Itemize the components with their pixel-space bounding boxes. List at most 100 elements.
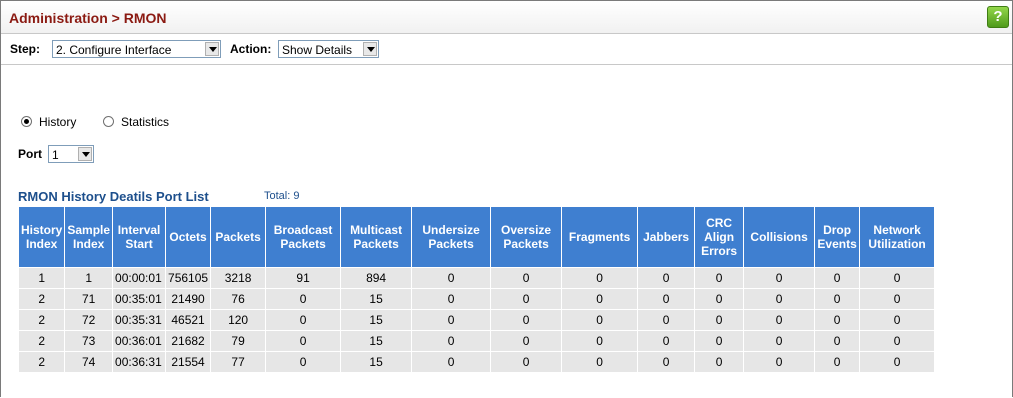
- table-cell: 0: [637, 288, 696, 310]
- table-header-row: History Index Sample Index Interval Star…: [17, 206, 936, 268]
- table-cell: 894: [340, 267, 413, 289]
- column-header: Sample Index: [64, 206, 114, 268]
- action-select[interactable]: Show Details: [278, 40, 379, 58]
- table-cell: 756105: [165, 267, 212, 289]
- table-row: 2 71 00:35:01 21490 76 0 15 0 0 0 0 0 0 …: [17, 288, 936, 310]
- table-cell: 15: [340, 309, 413, 331]
- column-header: Jabbers: [637, 206, 696, 268]
- table-cell: 0: [265, 351, 342, 373]
- column-header: Octets: [165, 206, 212, 268]
- table-cell: 21682: [165, 330, 212, 352]
- table-cell: 0: [814, 309, 861, 331]
- table-row: 1 1 00:00:01 756105 3218 91 894 0 0 0 0 …: [17, 267, 936, 289]
- rmon-history-table: History Index Sample Index Interval Star…: [17, 206, 936, 373]
- table-cell: 0: [637, 309, 696, 331]
- table-cell: 0: [743, 309, 816, 331]
- table-cell: 0: [265, 309, 342, 331]
- table-cell: 21554: [165, 351, 212, 373]
- table-cell: 0: [637, 330, 696, 352]
- table-cell: 0: [411, 288, 492, 310]
- chevron-down-icon[interactable]: [205, 42, 219, 56]
- column-header: Packets: [210, 206, 267, 268]
- statistics-radio-label: Statistics: [121, 115, 170, 129]
- table-cell: 91: [265, 267, 342, 289]
- table-cell: 120: [210, 309, 267, 331]
- table-cell: 0: [694, 288, 745, 310]
- help-icon[interactable]: ?: [987, 6, 1009, 28]
- table-cell: 0: [411, 351, 492, 373]
- table-cell: 15: [340, 330, 413, 352]
- statistics-radio[interactable]: [103, 116, 114, 127]
- column-header: Drop Events: [814, 206, 861, 268]
- column-header: CRC Align Errors: [694, 206, 745, 268]
- table-cell: 0: [694, 330, 745, 352]
- table-cell: 00:36:31: [112, 351, 167, 373]
- table-cell: 0: [859, 288, 936, 310]
- table-cell: 0: [561, 288, 639, 310]
- table-row: 2 73 00:36:01 21682 79 0 15 0 0 0 0 0 0 …: [17, 330, 936, 352]
- table-cell: 73: [64, 330, 114, 352]
- column-header: Collisions: [743, 206, 816, 268]
- table-cell: 0: [694, 309, 745, 331]
- chevron-down-icon[interactable]: [363, 42, 377, 56]
- table-cell: 00:00:01: [112, 267, 167, 289]
- step-select-value: 2. Configure Interface: [56, 43, 172, 57]
- table-cell: 0: [490, 309, 563, 331]
- column-header: Network Utilization: [859, 206, 936, 268]
- column-header: History Index: [17, 206, 66, 268]
- step-action-bar: Step: 2. Configure Interface Action: Sho…: [1, 34, 1012, 65]
- table-cell: 77: [210, 351, 267, 373]
- table-cell: 0: [561, 309, 639, 331]
- port-label: Port: [18, 147, 42, 161]
- table-cell: 0: [411, 309, 492, 331]
- table-cell: 0: [814, 330, 861, 352]
- table-cell: 0: [637, 351, 696, 373]
- page-title: Administration > RMON: [9, 10, 167, 26]
- table-cell: 0: [561, 267, 639, 289]
- table-row: 2 74 00:36:31 21554 77 0 15 0 0 0 0 0 0 …: [17, 351, 936, 373]
- step-select[interactable]: 2. Configure Interface: [52, 40, 221, 58]
- table-cell: 2: [17, 309, 66, 331]
- table-cell: 0: [265, 330, 342, 352]
- table-row: 2 72 00:35:31 46521 120 0 15 0 0 0 0 0 0…: [17, 309, 936, 331]
- port-select[interactable]: 1: [48, 145, 94, 163]
- list-total: Total: 9: [264, 190, 300, 202]
- table-cell: 2: [17, 330, 66, 352]
- action-label: Action:: [230, 42, 272, 56]
- table-cell: 0: [411, 267, 492, 289]
- list-title: RMON History Deatils Port List: [18, 189, 209, 204]
- chevron-down-icon[interactable]: [78, 147, 92, 161]
- table-cell: 0: [490, 330, 563, 352]
- table-cell: 2: [17, 288, 66, 310]
- table-cell: 00:36:01: [112, 330, 167, 352]
- table-cell: 0: [490, 267, 563, 289]
- table-cell: 00:35:01: [112, 288, 167, 310]
- action-select-value: Show Details: [282, 43, 353, 57]
- table-cell: 0: [859, 330, 936, 352]
- column-header: Interval Start: [112, 206, 167, 268]
- column-header: Oversize Packets: [490, 206, 563, 268]
- table-cell: 0: [859, 309, 936, 331]
- table-cell: 0: [743, 288, 816, 310]
- table-cell: 1: [64, 267, 114, 289]
- table-cell: 71: [64, 288, 114, 310]
- table-cell: 00:35:31: [112, 309, 167, 331]
- column-header: Fragments: [561, 206, 639, 268]
- history-radio[interactable]: [21, 116, 32, 127]
- table-cell: 1: [17, 267, 66, 289]
- step-label: Step:: [10, 42, 40, 56]
- table-cell: 74: [64, 351, 114, 373]
- table-cell: 0: [490, 288, 563, 310]
- table-cell: 0: [859, 267, 936, 289]
- table-cell: 76: [210, 288, 267, 310]
- table-cell: 0: [859, 351, 936, 373]
- table-cell: 0: [637, 267, 696, 289]
- table-cell: 0: [694, 267, 745, 289]
- table-cell: 0: [743, 267, 816, 289]
- table-cell: 0: [814, 267, 861, 289]
- table-cell: 46521: [165, 309, 212, 331]
- table-cell: 0: [694, 351, 745, 373]
- table-cell: 0: [561, 330, 639, 352]
- table-cell: 79: [210, 330, 267, 352]
- table-cell: 3218: [210, 267, 267, 289]
